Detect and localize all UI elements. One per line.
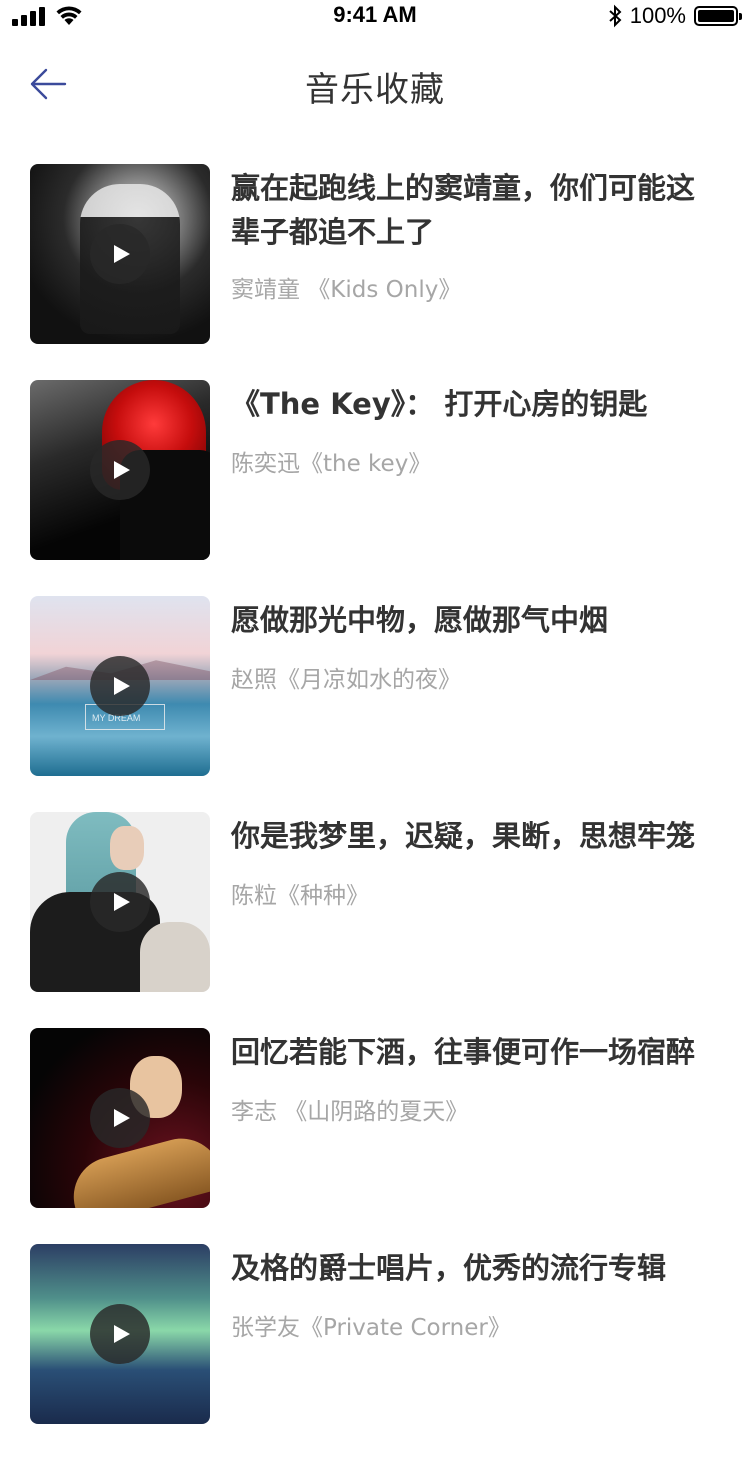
- item-title: 愿做那光中物，愿做那气中烟: [231, 603, 609, 637]
- play-button[interactable]: [90, 1304, 150, 1364]
- album-cover: [30, 164, 210, 344]
- list-item[interactable]: 及格的爵士唱片，优秀的流行专辑 张学友《Private Corner》: [0, 1244, 750, 1424]
- nav-bar: 音乐收藏: [0, 40, 750, 128]
- item-title: 回忆若能下酒，往事便可作一场宿醉: [231, 1035, 696, 1069]
- item-subtitle: 赵照《月凉如水的夜》: [231, 667, 461, 693]
- play-icon: [114, 1325, 130, 1343]
- list-item[interactable]: 回忆若能下酒，往事便可作一场宿醉 李志 《山阴路的夏天》: [0, 1028, 750, 1208]
- album-cover: [30, 1244, 210, 1424]
- album-cover: [30, 812, 210, 992]
- item-subtitle: 张学友《Private Corner》: [231, 1315, 511, 1341]
- list-item[interactable]: 你是我梦里，迟疑，果断，思想牢笼 陈粒《种种》: [0, 812, 750, 992]
- item-title: 你是我梦里，迟疑，果断，思想牢笼: [231, 819, 696, 853]
- list-item[interactable]: 赢在起跑线上的窦靖童，你们可能这辈子都追不上了 窦靖童 《Kids Only》: [0, 164, 750, 344]
- item-title: 赢在起跑线上的窦靖童，你们可能这辈子都追不上了: [231, 171, 696, 249]
- page-title: 音乐收藏: [305, 70, 445, 110]
- play-button[interactable]: [90, 1088, 150, 1148]
- bluetooth-icon: [609, 4, 622, 28]
- list-item[interactable]: MY DREAM 愿做那光中物，愿做那气中烟 赵照《月凉如水的夜》: [0, 596, 750, 776]
- item-title: 及格的爵士唱片，优秀的流行专辑: [231, 1251, 667, 1285]
- play-icon: [114, 461, 130, 479]
- item-title: 《The Key》： 打开心房的钥匙: [231, 387, 648, 421]
- list-item[interactable]: 《The Key》： 打开心房的钥匙 陈奕迅《the key》: [0, 380, 750, 560]
- play-icon: [114, 893, 130, 911]
- item-subtitle: 陈粒《种种》: [231, 883, 369, 909]
- play-button[interactable]: [90, 656, 150, 716]
- play-button[interactable]: [90, 872, 150, 932]
- battery-icon: [694, 6, 742, 26]
- play-icon: [114, 677, 130, 695]
- status-bar: 9:41 AM 100%: [0, 0, 750, 40]
- play-icon: [114, 245, 130, 263]
- play-button[interactable]: [90, 224, 150, 284]
- item-subtitle: 窦靖童 《Kids Only》: [231, 277, 462, 303]
- item-subtitle: 陈奕迅《the key》: [231, 451, 432, 477]
- play-icon: [114, 1109, 130, 1127]
- battery-percent: 100%: [629, 3, 686, 28]
- album-cover: MY DREAM: [30, 596, 210, 776]
- play-button[interactable]: [90, 440, 150, 500]
- item-subtitle: 李志 《山阴路的夏天》: [231, 1099, 469, 1125]
- status-right: 100%: [608, 3, 742, 29]
- album-cover: [30, 380, 210, 560]
- album-cover: [30, 1028, 210, 1208]
- music-list: 赢在起跑线上的窦靖童，你们可能这辈子都追不上了 窦靖童 《Kids Only》 …: [0, 164, 750, 1460]
